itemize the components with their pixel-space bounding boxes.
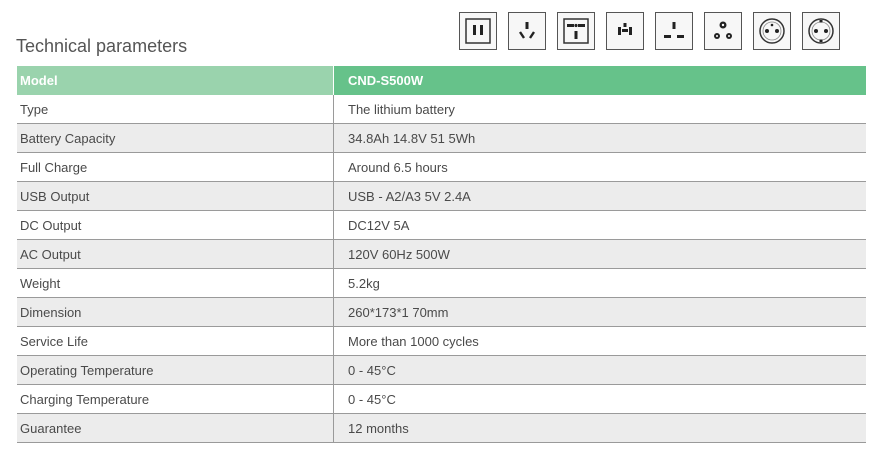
- table-row: Weight 5.2kg: [17, 268, 866, 298]
- row-label: Weight: [17, 268, 334, 298]
- row-value: DC12V 5A: [333, 210, 866, 240]
- row-label: DC Output: [17, 210, 334, 240]
- table-row: Operating Temperature 0 - 45°C: [17, 355, 866, 385]
- row-label: Guarantee: [17, 413, 334, 443]
- universal-socket-icon: [557, 12, 595, 50]
- table-header-row: Model CND-S500W: [17, 66, 866, 95]
- row-label: Full Charge: [17, 152, 334, 182]
- au-socket-icon: [508, 12, 546, 50]
- table-row: Service Life More than 1000 cycles: [17, 326, 866, 356]
- row-label: Dimension: [17, 297, 334, 327]
- row-label: Charging Temperature: [17, 384, 334, 414]
- in-socket-icon: [704, 12, 742, 50]
- row-label: Battery Capacity: [17, 123, 334, 153]
- eu-schuko-socket-icon: [802, 12, 840, 50]
- row-value: 260*173*1 70mm: [333, 297, 866, 327]
- header-label: Model: [17, 66, 334, 95]
- row-label: Service Life: [17, 326, 334, 356]
- row-value: 120V 60Hz 500W: [333, 239, 866, 269]
- row-value: 0 - 45°C: [333, 355, 866, 385]
- us-ground-socket-icon: [606, 12, 644, 50]
- table-row: Battery Capacity 34.8Ah 14.8V 51 5Wh: [17, 123, 866, 153]
- row-label: Type: [17, 95, 334, 124]
- us-socket-icon: [459, 12, 497, 50]
- page-title: Technical parameters: [16, 36, 188, 56]
- row-label: USB Output: [17, 181, 334, 211]
- table-row: DC Output DC12V 5A: [17, 210, 866, 240]
- row-value: Around 6.5 hours: [333, 152, 866, 182]
- socket-icons: [459, 12, 840, 50]
- header-value: CND-S500W: [333, 66, 866, 95]
- table-row: Type The lithium battery: [17, 95, 866, 124]
- row-value: More than 1000 cycles: [333, 326, 866, 356]
- spec-table: Model CND-S500W Type The lithium battery B…: [17, 66, 866, 443]
- row-value: 0 - 45°C: [333, 384, 866, 414]
- table-row: Dimension 260*173*1 70mm: [17, 297, 866, 327]
- row-value: The lithium battery: [333, 95, 866, 124]
- table-row: Full Charge Around 6.5 hours: [17, 152, 866, 182]
- row-value: 5.2kg: [333, 268, 866, 298]
- row-value: USB - A2/A3 5V 2.4A: [333, 181, 866, 211]
- table-row: USB Output USB - A2/A3 5V 2.4A: [17, 181, 866, 211]
- row-value: 12 months: [333, 413, 866, 443]
- table-row: Guarantee 12 months: [17, 413, 866, 443]
- table-row: Charging Temperature 0 - 45°C: [17, 384, 866, 414]
- fr-socket-icon: [753, 12, 791, 50]
- row-value: 34.8Ah 14.8V 51 5Wh: [333, 123, 866, 153]
- row-label: AC Output: [17, 239, 334, 269]
- uk-socket-icon: [655, 12, 693, 50]
- row-label: Operating Temperature: [17, 355, 334, 385]
- table-row: AC Output 120V 60Hz 500W: [17, 239, 866, 269]
